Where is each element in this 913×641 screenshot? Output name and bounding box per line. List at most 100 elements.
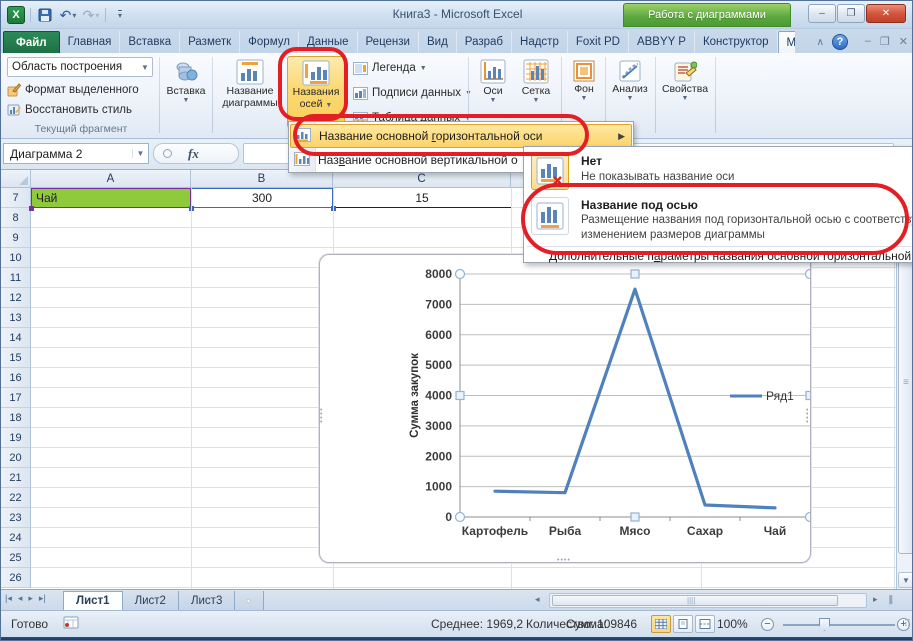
row-header-16[interactable]: 16 (1, 368, 31, 388)
chevron-down-icon[interactable]: ▼ (138, 63, 152, 72)
row-header-14[interactable]: 14 (1, 328, 31, 348)
workbook-restore-button[interactable]: ❐ (880, 35, 890, 48)
row-header-26[interactable]: 26 (1, 568, 31, 588)
row-header-23[interactable]: 23 (1, 508, 31, 528)
row-header-25[interactable]: 25 (1, 548, 31, 568)
chart-grip-icon[interactable]: •••• (320, 409, 324, 425)
axis-titles-button[interactable]: Названия осей ▼ (287, 56, 345, 128)
selection-handle[interactable] (806, 392, 810, 400)
next-sheet-icon[interactable]: ▸ (28, 593, 33, 604)
page-layout-view-button[interactable] (673, 615, 693, 633)
format-selection-button[interactable]: Формат выделенного (7, 80, 139, 99)
sheet-tab-Лист3[interactable]: Лист3 (178, 591, 235, 611)
row-header-10[interactable]: 10 (1, 248, 31, 268)
first-sheet-icon[interactable]: |◂ (5, 593, 12, 604)
scroll-right-icon[interactable]: ▸ (873, 594, 878, 605)
ribbon-tab-ABBYY P[interactable]: ABBYY P (629, 31, 695, 53)
row-header-9[interactable]: 9 (1, 228, 31, 248)
row-header-22[interactable]: 22 (1, 488, 31, 508)
legend-button[interactable]: Легенда▼ (353, 58, 427, 78)
row-header-20[interactable]: 20 (1, 448, 31, 468)
column-header-A[interactable]: A (31, 170, 191, 188)
zoom-slider-thumb[interactable] (819, 618, 830, 631)
ribbon-tab-Главная[interactable]: Главная (60, 31, 121, 53)
help-button[interactable]: ? (832, 34, 848, 50)
insert-shapes-button[interactable]: Вставка ▼ (163, 56, 209, 105)
selection-handle[interactable] (456, 513, 465, 522)
scroll-left-icon[interactable]: ◂ (535, 594, 540, 605)
row-header-13[interactable]: 13 (1, 308, 31, 328)
reset-style-button[interactable]: Восстановить стиль (7, 100, 132, 119)
ribbon-tab-Foxit PD[interactable]: Foxit PD (568, 31, 629, 53)
tab-split-handle[interactable]: ❚ (887, 594, 895, 605)
zoom-slider-track[interactable] (783, 624, 895, 626)
ribbon-tab-Макет[interactable]: Макет (778, 31, 795, 53)
chart-series-line[interactable] (495, 289, 775, 508)
ribbon-tab-Вид[interactable]: Вид (419, 31, 457, 53)
normal-view-button[interactable] (651, 615, 671, 633)
chart-element-selector[interactable]: Область построения ▼ (7, 57, 153, 77)
row-header-7[interactable]: 7 (1, 188, 31, 208)
cell-A7[interactable]: Чай (31, 188, 191, 208)
workbook-close-button[interactable]: ✕ (899, 35, 908, 48)
macro-record-icon[interactable] (63, 616, 79, 632)
ribbon-tab-Файл[interactable]: Файл (3, 31, 60, 53)
zoom-out-button[interactable]: − (761, 618, 774, 631)
row-header-19[interactable]: 19 (1, 428, 31, 448)
chart-object[interactable]: 010002000300040005000600070008000Картофе… (319, 254, 811, 563)
row-header-17[interactable]: 17 (1, 388, 31, 408)
horizontal-scrollbar[interactable] (549, 593, 867, 608)
menu-item-horizontal-axis-title[interactable]: Название основной горизонтальной оси ▶ (290, 124, 632, 148)
page-break-view-button[interactable] (695, 615, 715, 633)
properties-button[interactable]: Свойства ▼ (659, 56, 711, 103)
last-sheet-icon[interactable]: ▸| (39, 593, 46, 604)
ribbon-tab-Разраб[interactable]: Разраб (457, 31, 512, 53)
ribbon-tab-Разметк[interactable]: Разметк (180, 31, 240, 53)
row-header-12[interactable]: 12 (1, 288, 31, 308)
selection-handle[interactable] (631, 513, 639, 521)
range-handle[interactable] (29, 206, 34, 211)
redo-button[interactable]: ↷▾ (82, 6, 100, 24)
gridlines-button[interactable]: Сетка ▼ (515, 56, 557, 105)
cell-C7[interactable]: 15 (333, 188, 511, 208)
select-all-corner[interactable] (1, 170, 31, 188)
submenu-item-more-options[interactable]: Дополнительные параметры названия основн… (549, 249, 913, 263)
vertical-scrollbar-thumb[interactable] (898, 214, 913, 554)
undo-button[interactable]: ↶▾ (59, 6, 77, 24)
name-box[interactable]: Диаграмма 2 ▼ (3, 143, 149, 164)
ribbon-tab-Конструктор[interactable]: Конструктор (695, 31, 778, 53)
ribbon-tab-Данные[interactable]: Данные (299, 31, 358, 53)
ribbon-tab-Вставка[interactable]: Вставка (120, 31, 180, 53)
sheet-tab-Лист2[interactable]: Лист2 (122, 591, 179, 611)
excel-logo-icon[interactable]: X (7, 6, 25, 24)
restore-button[interactable]: ❐ (837, 4, 865, 23)
selection-handle[interactable] (806, 513, 811, 522)
data-labels-button[interactable]: Подписи данных▼ (353, 83, 472, 103)
chart-title-button[interactable]: Название диаграммы (217, 56, 283, 109)
chart-grip-icon[interactable]: •••• (806, 409, 810, 425)
ribbon-tab-Формул[interactable]: Формул (240, 31, 299, 53)
background-button[interactable]: Фон ▼ (565, 56, 603, 103)
horizontal-scrollbar-thumb[interactable] (552, 595, 838, 606)
workbook-minimize-button[interactable]: – (865, 35, 871, 48)
axes-button[interactable]: Оси ▼ (473, 56, 513, 105)
row-header-18[interactable]: 18 (1, 408, 31, 428)
minimize-button[interactable]: – (808, 4, 836, 23)
chart-grip-icon[interactable]: •••• (557, 559, 571, 563)
cell-B7[interactable]: 300 (191, 188, 333, 208)
prev-sheet-icon[interactable]: ◂ (18, 593, 23, 604)
sheet-tab-Лист1[interactable]: Лист1 (63, 591, 123, 611)
analysis-button[interactable]: Анализ ▼ (609, 56, 651, 103)
row-header-11[interactable]: 11 (1, 268, 31, 288)
row-header-24[interactable]: 24 (1, 528, 31, 548)
insert-worksheet-button[interactable]: * (234, 591, 264, 611)
customize-toolbar-button[interactable]: ▾ (111, 6, 129, 24)
row-header-15[interactable]: 15 (1, 348, 31, 368)
selection-handle[interactable] (456, 392, 464, 400)
ribbon-tab-Рецензи[interactable]: Рецензи (358, 31, 419, 53)
scroll-down-icon[interactable]: ▼ (898, 572, 913, 588)
collapse-ribbon-icon[interactable]: ∧ (817, 37, 824, 48)
close-button[interactable]: ✕ (866, 4, 906, 23)
resize-grip-icon[interactable]: ⠿ (904, 619, 912, 630)
row-header-21[interactable]: 21 (1, 468, 31, 488)
